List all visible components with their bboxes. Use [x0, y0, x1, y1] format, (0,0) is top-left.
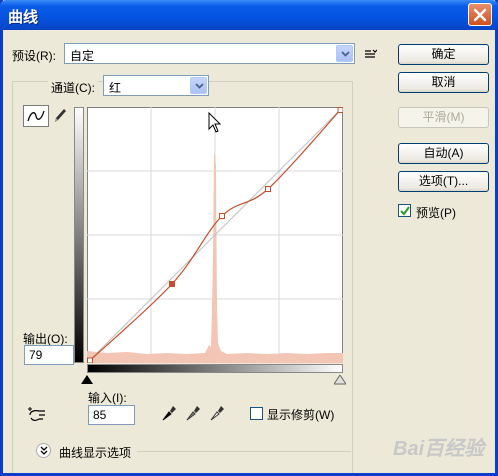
show-clipping-label: 显示修剪(W)	[267, 408, 335, 422]
curve-control-point[interactable]	[87, 357, 93, 363]
curve-options-label: 曲线显示选项	[59, 446, 132, 460]
curves-graph[interactable]	[87, 107, 343, 363]
curve-control-point[interactable]	[169, 281, 175, 287]
input-gradient-bar	[87, 364, 343, 373]
curve-edit-tool-button[interactable]	[23, 105, 49, 127]
channel-label: 通道(C):	[48, 79, 98, 96]
curve-control-point[interactable]	[265, 186, 271, 192]
preset-label: 预设(R):	[12, 49, 56, 63]
close-button[interactable]	[468, 3, 492, 26]
title-bar[interactable]: 曲线	[0, 0, 498, 30]
close-icon	[473, 8, 487, 22]
chevron-down-icon	[195, 83, 204, 89]
window-title: 曲线	[8, 8, 39, 26]
channel-dropdown-button[interactable]	[190, 77, 207, 94]
show-clipping-checkbox[interactable]	[250, 407, 263, 420]
curve-control-point[interactable]	[219, 213, 225, 219]
watermark: Bai百经验	[393, 438, 485, 460]
black-point-slider[interactable]	[81, 375, 93, 385]
checkmark-icon	[400, 206, 410, 216]
ok-button[interactable]: 确定	[398, 44, 489, 65]
output-value: 79	[29, 348, 43, 362]
cancel-button[interactable]: 取消	[398, 72, 489, 93]
white-point-slider[interactable]	[334, 375, 346, 385]
cursor-pointer-icon	[208, 112, 222, 133]
channel-value: 红	[109, 81, 122, 95]
options-button[interactable]: 选项(T)...	[398, 171, 489, 192]
white-eyedropper-icon[interactable]	[209, 404, 225, 422]
preset-select[interactable]: 自定	[64, 43, 355, 64]
chevron-down-icon	[341, 51, 350, 57]
auto-button[interactable]: 自动(A)	[398, 143, 489, 164]
output-field[interactable]: 79	[24, 345, 74, 365]
hand-adjust-icon[interactable]	[27, 406, 49, 424]
preset-dropdown-button[interactable]	[336, 45, 353, 62]
curve-control-point[interactable]	[337, 107, 343, 113]
input-value: 85	[93, 408, 107, 422]
curve-options-toggle[interactable]	[36, 443, 51, 458]
black-eyedropper-icon[interactable]	[161, 404, 177, 422]
input-label: 输入(I):	[88, 391, 127, 405]
preset-value: 自定	[70, 49, 95, 63]
curve-tool-icon	[27, 110, 45, 122]
preview-checkbox[interactable]	[398, 204, 411, 217]
divider	[137, 451, 351, 452]
gray-eyedropper-icon[interactable]	[185, 404, 201, 422]
preset-options-icon[interactable]	[365, 49, 377, 59]
double-chevron-down-icon	[40, 446, 48, 455]
curves-dialog: 曲线 预设(R): 自定 通道(C): 红 输出(O): 79 输入(I): 8…	[0, 0, 498, 476]
preview-label: 预览(P)	[416, 206, 456, 220]
output-gradient-bar	[74, 107, 84, 363]
smooth-button[interactable]: 平滑(M)	[398, 107, 489, 128]
channel-select[interactable]: 红	[103, 75, 209, 96]
input-field[interactable]: 85	[88, 405, 135, 425]
pencil-icon[interactable]	[52, 107, 68, 125]
